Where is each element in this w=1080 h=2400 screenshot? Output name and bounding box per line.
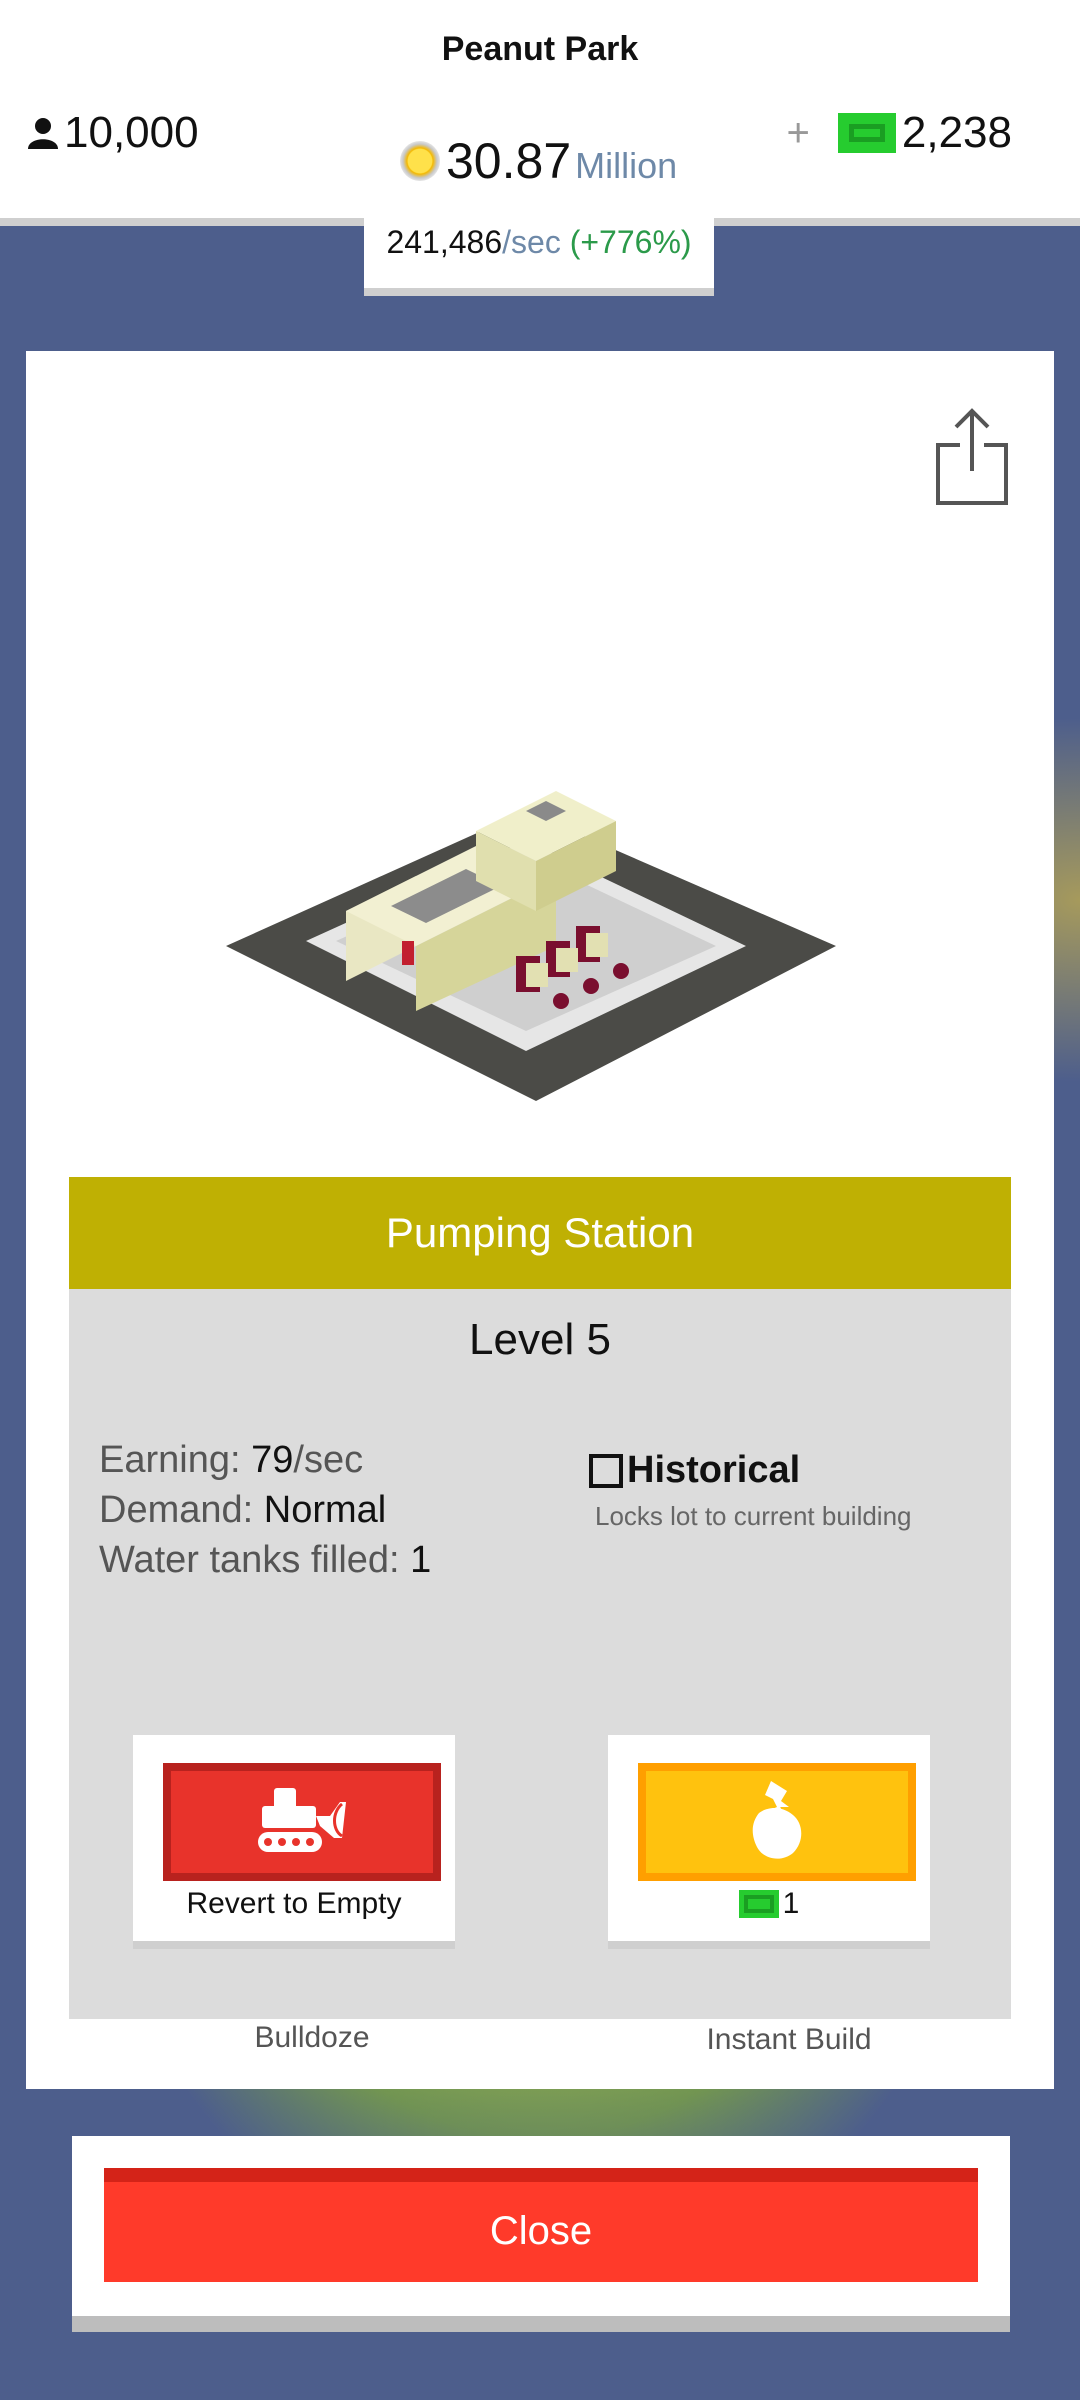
income-rate-box: 241,486/sec (+776%) [364, 210, 714, 296]
historical-description: Locks lot to current building [595, 1501, 912, 1531]
cash-icon [837, 113, 896, 153]
population-value: 10,000 [64, 108, 199, 157]
instant-build-box[interactable]: 1 [608, 1735, 930, 1949]
cash-counter[interactable]: + 2,238 [787, 108, 1012, 158]
instant-build-cost-value: 1 [782, 1887, 800, 1920]
coins-unit: Million [575, 145, 678, 186]
instant-build-label: Instant Build [706, 2023, 872, 2056]
income-value: 241,486 [386, 224, 503, 260]
person-icon [28, 118, 58, 149]
building-name-bar: Pumping Station [69, 1177, 1011, 1289]
bulldoze-button[interactable] [163, 1763, 441, 1881]
earning-row: Earning: 79/sec [99, 1435, 431, 1485]
cash-icon [738, 1890, 779, 1918]
water-value: 1 [410, 1539, 432, 1581]
coins-counter: 30.87 Million [400, 132, 677, 190]
add-cash-icon[interactable]: + [787, 111, 810, 156]
historical-checkbox[interactable] [589, 1453, 623, 1488]
building-image [226, 791, 836, 1101]
bulldoze-box[interactable]: Revert to Empty [133, 1735, 455, 1949]
cash-value: 2,238 [901, 108, 1012, 157]
share-icon[interactable] [932, 407, 1012, 507]
hand-hammer-icon [752, 1781, 802, 1859]
instant-build-button[interactable] [638, 1763, 916, 1881]
building-stats: Earning: 79/sec Demand: Normal Water tan… [99, 1435, 431, 1585]
historical-toggle[interactable]: Historical [589, 1449, 800, 1492]
coins-value: 30.87 [446, 133, 572, 189]
earning-label: Earning: [99, 1439, 241, 1481]
top-status-bar: Peanut Park 10,000 30.87 Million + 2,238 [0, 0, 1080, 226]
water-label: Water tanks filled: [99, 1539, 400, 1581]
population-counter: 10,000 [26, 108, 199, 158]
building-info-card: Pumping Station Level 5 Earning: 79/sec … [26, 351, 1054, 2089]
close-button[interactable]: Close [104, 2168, 978, 2282]
income-per: /sec [502, 224, 561, 260]
earning-value: 79 [251, 1439, 294, 1481]
income-percent: (+776%) [569, 224, 692, 260]
historical-label: Historical [627, 1449, 801, 1491]
instant-build-cost: 1 [608, 1887, 930, 1921]
coin-icon [400, 141, 440, 181]
demand-label: Demand: [99, 1489, 254, 1531]
city-name: Peanut Park [441, 30, 639, 68]
bulldozer-icon [258, 1788, 346, 1852]
demand-row: Demand: Normal [99, 1485, 431, 1535]
earning-unit: /sec [293, 1439, 364, 1481]
bulldoze-caption: Revert to Empty [186, 1887, 402, 1920]
close-container: Close [72, 2136, 1010, 2332]
building-level: Level 5 [469, 1315, 611, 1364]
water-row: Water tanks filled: 1 [99, 1535, 431, 1585]
demand-value: Normal [263, 1489, 387, 1531]
bulldoze-label: Bulldoze [254, 2021, 370, 2054]
